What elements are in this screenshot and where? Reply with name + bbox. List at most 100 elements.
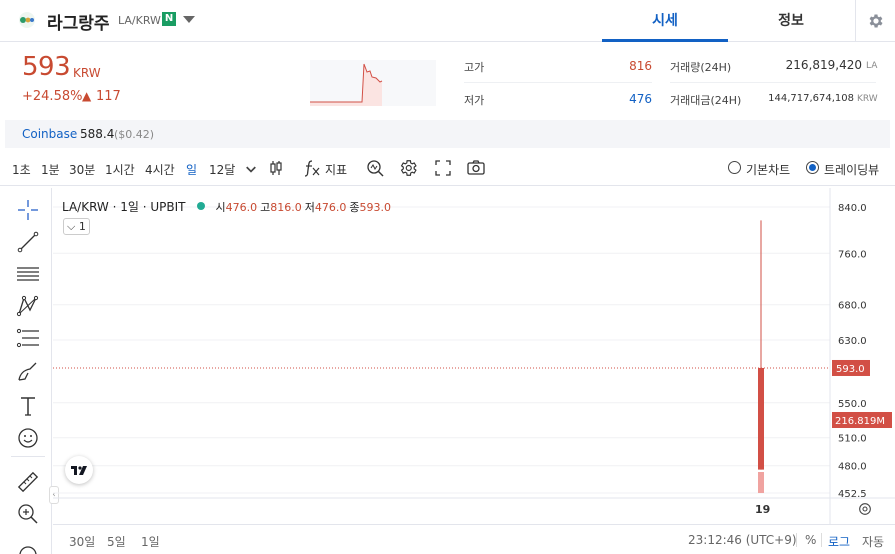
coin-name: 라그랑주: [47, 14, 110, 34]
tab-market[interactable]: 시세: [602, 0, 728, 42]
legend-open: 476.0: [225, 201, 258, 214]
price-axis: 840.0 760.0 680.0 630.0 550.0 510.0 480.0 452.5: [838, 203, 867, 500]
tradingview-radio[interactable]: [806, 161, 819, 174]
gear-icon: [869, 14, 883, 28]
smiley-icon[interactable]: [16, 426, 40, 450]
chart-clock: 23:12:46 (UTC+9): [688, 533, 797, 547]
indicator-toggle[interactable]: ⌵ 1: [63, 218, 90, 235]
stat-divider: [464, 82, 652, 83]
sidebar-divider: [11, 456, 45, 457]
legend-symbol: LA/KRW · 1일 · UPBIT: [62, 200, 186, 214]
timeframe-1s[interactable]: 1초: [12, 161, 31, 178]
timeframe-30m[interactable]: 30분: [69, 161, 95, 178]
high-label: 고가: [464, 61, 485, 74]
trade-value-label: 거래대금(24H): [670, 94, 742, 107]
volume-tag: 216.819M: [835, 416, 885, 427]
legend-high-key: 고: [260, 201, 271, 214]
candle-type-icon[interactable]: [266, 158, 286, 178]
timeframe-4h[interactable]: 4시간: [145, 161, 175, 178]
price-chart[interactable]: 840.0 760.0 680.0 630.0 550.0 510.0 480.0 452.5…: [53, 188, 895, 524]
tab-info[interactable]: 정보: [728, 0, 854, 42]
timeframe-1d[interactable]: 일: [186, 161, 197, 178]
legend-close-key: 종: [349, 201, 360, 214]
mini-price-chart: [310, 60, 436, 106]
up-arrow-icon: ▲: [82, 89, 92, 103]
tradingview-label[interactable]: 트레이딩뷰: [824, 161, 879, 178]
divider: [821, 533, 822, 547]
chart-area[interactable]: 840.0 760.0 680.0 630.0 550.0 510.0 480.0 452.5…: [53, 188, 895, 554]
function-fx-icon[interactable]: [302, 158, 322, 178]
magnet-icon[interactable]: [16, 543, 40, 554]
chevron-down-icon: ⌵: [67, 220, 76, 233]
coin-logo-icon: [19, 12, 35, 28]
basic-chart-label[interactable]: 기본차트: [746, 161, 790, 178]
legend-low-key: 저: [304, 201, 315, 214]
range-1d[interactable]: 1일: [141, 533, 160, 550]
low-label: 저가: [464, 94, 485, 107]
coinbase-reference-bar: Coinbase 588.4 ($0.42): [5, 120, 890, 148]
chart-grid: [53, 188, 895, 524]
zoom-in-icon[interactable]: [16, 502, 40, 526]
timeframe-1m[interactable]: 1분: [41, 161, 60, 178]
ruler-icon[interactable]: [16, 470, 40, 494]
brush-icon[interactable]: [16, 360, 40, 384]
header-bar: 라그랑주 LA/KRW N 시세 정보: [0, 0, 895, 42]
pattern-icon[interactable]: [16, 294, 40, 318]
gear-icon[interactable]: [398, 158, 418, 178]
timeframe-12mo[interactable]: 12달: [209, 161, 235, 178]
range-5d[interactable]: 5일: [107, 533, 126, 550]
price-tick-label: 630.0: [838, 336, 867, 347]
drawing-tools-sidebar: ‹: [5, 188, 59, 554]
basic-chart-radio[interactable]: [728, 161, 741, 174]
indicator-button[interactable]: 지표: [325, 161, 347, 178]
high-value: 816: [629, 59, 652, 73]
range-30d[interactable]: 30일: [69, 533, 95, 550]
tradingview-logo-icon: [71, 466, 87, 475]
price-tick-label: 550.0: [838, 399, 867, 410]
price-tick-label: 452.5: [838, 489, 867, 500]
coinbase-price: 588.4: [80, 127, 115, 141]
price-tick-label: 510.0: [838, 434, 867, 445]
price-tick-label: 760.0: [838, 249, 867, 260]
chart-marks: 593.0 216.819M 19: [53, 220, 892, 516]
coin-pair: LA/KRW: [118, 14, 161, 27]
market-status-dot: [197, 202, 206, 210]
tradingview-logo[interactable]: [65, 456, 93, 484]
new-badge: N: [162, 12, 176, 26]
fullscreen-icon[interactable]: [433, 158, 453, 178]
volume-label: 거래량(24H): [670, 61, 732, 74]
trend-line-icon[interactable]: [16, 230, 40, 254]
crosshair-icon[interactable]: [16, 198, 40, 222]
divider: [796, 533, 797, 547]
candle-body: [758, 367, 764, 470]
chevron-down-icon[interactable]: [241, 160, 261, 180]
legend-close: 593.0: [359, 201, 391, 214]
camera-icon[interactable]: [466, 158, 486, 178]
stat-divider: [670, 82, 876, 83]
magnifier-alert-icon[interactable]: [365, 158, 385, 178]
current-price: 593: [22, 52, 71, 82]
trade-value-value: 144,717,674,108: [768, 93, 854, 104]
time-tick-label: 19: [755, 503, 770, 516]
log-scale-toggle[interactable]: 로그: [828, 533, 850, 550]
coin-select-chevron-down-icon[interactable]: [183, 16, 195, 23]
legend-open-key: 시: [215, 201, 226, 214]
change-amount: 117: [96, 89, 121, 104]
coinbase-link[interactable]: Coinbase: [22, 127, 77, 141]
coinbase-usd-price: ($0.42): [114, 128, 155, 141]
price-currency: KRW: [73, 66, 101, 80]
legend-low: 476.0: [314, 201, 347, 214]
percent-scale-toggle[interactable]: %: [805, 533, 816, 547]
fibonacci-icon[interactable]: [16, 326, 40, 350]
price-tick-label: 680.0: [838, 301, 867, 312]
price-summary: 593 KRW +24.58% ▲ 117 고가 816 저가 476 거래량(…: [0, 42, 895, 120]
chart-bottom-bar: 30일 5일 1일 23:12:46 (UTC+9) % 로그 자동: [53, 524, 895, 554]
text-tool-icon[interactable]: [16, 394, 40, 418]
horizontal-lines-icon[interactable]: [16, 262, 40, 286]
legend-ohlc: 시476.0 고816.0 저476.0 종593.0: [215, 201, 394, 214]
trade-value-unit: KRW: [857, 94, 878, 104]
time-axis-gear-icon[interactable]: [857, 501, 873, 517]
settings-button[interactable]: [855, 0, 895, 42]
timeframe-1h[interactable]: 1시간: [105, 161, 135, 178]
auto-scale-toggle[interactable]: 자동: [862, 533, 884, 550]
